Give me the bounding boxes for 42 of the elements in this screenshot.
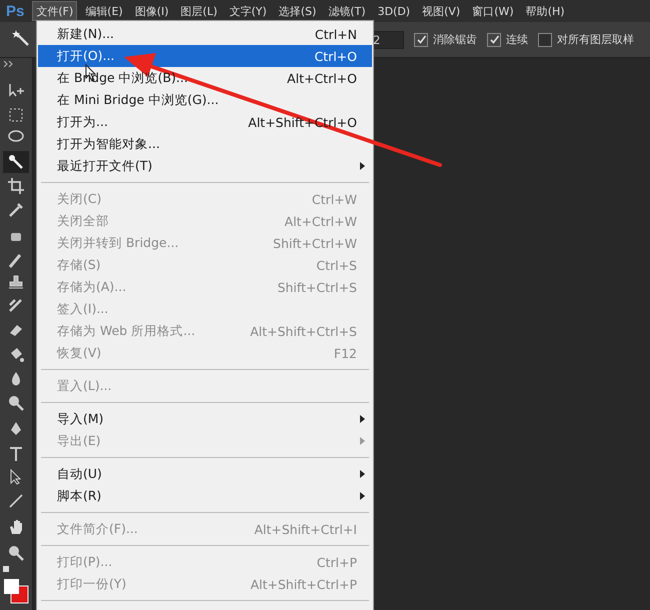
menu-item[interactable]: 打开为智能对象...	[37, 133, 373, 155]
menu-bar-item[interactable]: 编辑(E)	[81, 1, 127, 21]
submenu-arrow-icon	[360, 470, 365, 478]
submenu-arrow-icon	[360, 437, 365, 445]
menu-bar-item[interactable]: 图层(L)	[176, 1, 222, 21]
submenu-arrow-icon	[360, 162, 365, 170]
menu-item[interactable]: 新建(N)... Ctrl+N	[37, 23, 373, 45]
submenu-arrow-icon	[360, 415, 365, 423]
submenu-arrow-icon	[360, 492, 365, 500]
checkbox[interactable]	[487, 32, 501, 46]
menu-item[interactable]: 打开(O)... Ctrl+O	[38, 45, 372, 67]
menu-bar-item[interactable]: 滤镜(T)	[324, 1, 370, 21]
menu-bar-item[interactable]: 文件(F)	[32, 1, 78, 21]
dodge-icon	[7, 394, 25, 412]
menu-bar-item[interactable]: 帮助(H)	[522, 1, 569, 21]
wand-icon	[7, 153, 25, 171]
menu-bar-item[interactable]: 3D(D)	[374, 1, 414, 21]
app-logo: Ps	[5, 2, 26, 20]
checkbox-label: 连续	[506, 32, 528, 47]
zoom-icon[interactable]	[7, 544, 25, 562]
menu-item[interactable]: 在 Mini Bridge 中浏览(G)...	[37, 89, 373, 111]
collapse-icon[interactable]	[4, 61, 14, 67]
tool-button[interactable]	[3, 151, 29, 173]
checkbox-label: 对所有图层取样	[557, 32, 634, 47]
checkbox[interactable]	[538, 32, 552, 46]
menu-item[interactable]: 导入(M)	[37, 408, 373, 430]
type-icon	[7, 445, 25, 463]
menu-item[interactable]: 最近打开文件(T)	[37, 155, 373, 177]
checkbox-label: 消除锯齿	[433, 32, 477, 47]
hand-icon	[7, 518, 25, 536]
crop-icon	[7, 177, 25, 195]
color-swatches-icon[interactable]	[1, 566, 31, 606]
line-icon	[7, 492, 25, 510]
menu-bar-item[interactable]: 窗口(W)	[468, 1, 518, 21]
menu-item[interactable]: 自动(U)	[37, 463, 373, 485]
menu-item[interactable]: 脚本(R)	[37, 485, 373, 507]
checkbox[interactable]	[414, 32, 428, 46]
menu-bar-item[interactable]: 选择(S)	[274, 1, 320, 21]
menu-bar-item[interactable]: 文字(Y)	[225, 1, 271, 21]
marquee-icon	[7, 106, 25, 124]
menu-bar-item[interactable]: 视图(V)	[418, 1, 464, 21]
menu-bar-item[interactable]: 图像(I)	[130, 1, 173, 21]
